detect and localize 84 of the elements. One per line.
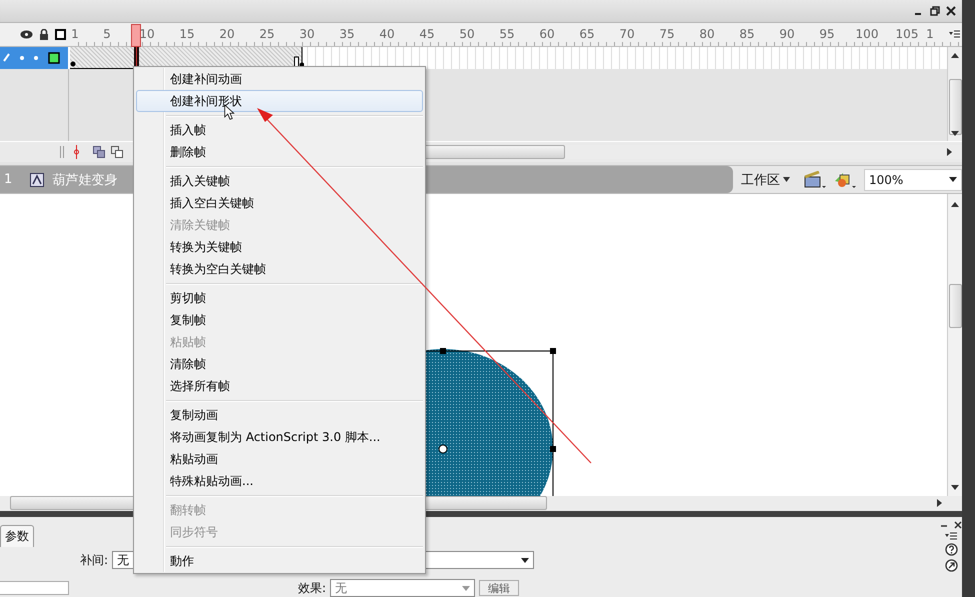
effect-label: 效果:	[298, 580, 326, 596]
scroll-thumb[interactable]	[949, 284, 962, 328]
effect-dropdown[interactable]: 无	[330, 579, 476, 597]
menu-item[interactable]: 清除帧	[136, 353, 423, 375]
frame-number: 30	[299, 27, 315, 41]
frame-number: 50	[459, 27, 475, 41]
outline-square-icon[interactable]	[55, 29, 66, 40]
frame-number: 80	[699, 27, 715, 41]
frame-number: 85	[739, 27, 755, 41]
caret-icon	[462, 586, 470, 590]
scroll-right-icon[interactable]	[947, 148, 952, 156]
close-icon[interactable]	[946, 6, 956, 16]
shapes-icon[interactable]	[834, 170, 856, 188]
lock-icon[interactable]	[39, 29, 49, 40]
frame-number: 55	[499, 27, 515, 41]
layer-row[interactable]	[0, 47, 68, 69]
grip-icon[interactable]	[60, 146, 64, 158]
onion-outline-icon[interactable]	[111, 146, 123, 158]
help-icon[interactable]	[944, 543, 958, 556]
scroll-down-icon[interactable]	[951, 131, 959, 136]
frame-number: 60	[539, 27, 555, 41]
menu-item[interactable]: 插入帧	[136, 119, 423, 141]
menu-item[interactable]: 转换为关键帧	[136, 236, 423, 258]
clapperboard-icon[interactable]	[804, 170, 826, 188]
scroll-up-icon[interactable]	[951, 53, 959, 58]
eye-icon[interactable]	[20, 30, 33, 39]
frame-number: 90	[779, 27, 795, 41]
menu-icon[interactable]	[945, 532, 957, 540]
frame-number: 1	[71, 27, 79, 41]
outline-color-icon[interactable]	[48, 52, 60, 64]
frame-number: 40	[379, 27, 395, 41]
menu-item[interactable]: 動作	[136, 550, 423, 572]
frame-number: 15	[179, 27, 195, 41]
frame-number: 35	[339, 27, 355, 41]
menu-item[interactable]: 剪切帧	[136, 287, 423, 309]
caret-icon	[783, 177, 790, 182]
onion-skin-icon[interactable]	[93, 146, 105, 158]
scroll-right-icon[interactable]	[937, 499, 942, 507]
menu-item[interactable]: 选择所有帧	[136, 375, 423, 397]
menu-item[interactable]: 创建补间形状	[136, 90, 423, 112]
frame-number: 70	[619, 27, 635, 41]
menu-item[interactable]: 插入空白关键帧	[136, 192, 423, 214]
dot-icon[interactable]	[34, 56, 38, 60]
caret-icon	[949, 177, 957, 182]
playhead-marker[interactable]	[131, 24, 141, 47]
workspace-menu[interactable]: 工作区	[741, 170, 790, 188]
frame-number: 75	[659, 27, 675, 41]
dot-icon[interactable]	[20, 56, 24, 60]
menu-icon[interactable]	[949, 29, 960, 39]
scroll-thumb[interactable]	[949, 79, 962, 135]
expand-arrow-icon[interactable]	[944, 559, 958, 572]
parameters-tab[interactable]: 参数	[0, 525, 34, 547]
input-field[interactable]	[0, 581, 69, 595]
frame-number: 45	[419, 27, 435, 41]
menu-item[interactable]: 将动画复制为 ActionScript 3.0 脚本...	[136, 426, 423, 448]
transform-point[interactable]	[438, 444, 448, 454]
tween-label: 补间:	[80, 552, 108, 568]
menu-item[interactable]: 转换为空白关键帧	[136, 258, 423, 280]
menu-item[interactable]: 复制动画	[136, 404, 423, 426]
frame-number: 95	[819, 27, 835, 41]
center-frame-icon[interactable]	[74, 145, 79, 159]
frame-number: 1	[926, 27, 934, 41]
close-icon[interactable]	[954, 521, 962, 529]
menu-item[interactable]: 粘贴动画	[136, 448, 423, 470]
scroll-up-icon[interactable]	[951, 202, 959, 207]
pencil-icon	[2, 53, 10, 63]
menu-item[interactable]: 插入关键帧	[136, 170, 423, 192]
frame-number: 10	[139, 27, 155, 41]
edit-button[interactable]: 编辑	[479, 580, 520, 596]
keyframe-dot[interactable]	[70, 61, 76, 67]
symbol-icon	[30, 172, 44, 186]
restore-icon[interactable]	[930, 6, 940, 16]
scroll-down-icon[interactable]	[951, 485, 959, 490]
frame-number: 20	[219, 27, 235, 41]
frame-number: 65	[579, 27, 595, 41]
menu-item[interactable]: 特殊粘贴动画...	[136, 470, 423, 492]
frame-number: 105	[896, 27, 918, 41]
frame-number: 25	[259, 27, 275, 41]
frame-number: 5	[103, 27, 111, 41]
frame-number: 100	[856, 27, 878, 41]
zoom-combo[interactable]: 100%	[864, 168, 962, 190]
menu-item[interactable]: 复制帧	[136, 309, 423, 331]
caret-icon	[521, 558, 530, 562]
menu-item[interactable]: 创建补间动画	[136, 68, 423, 90]
